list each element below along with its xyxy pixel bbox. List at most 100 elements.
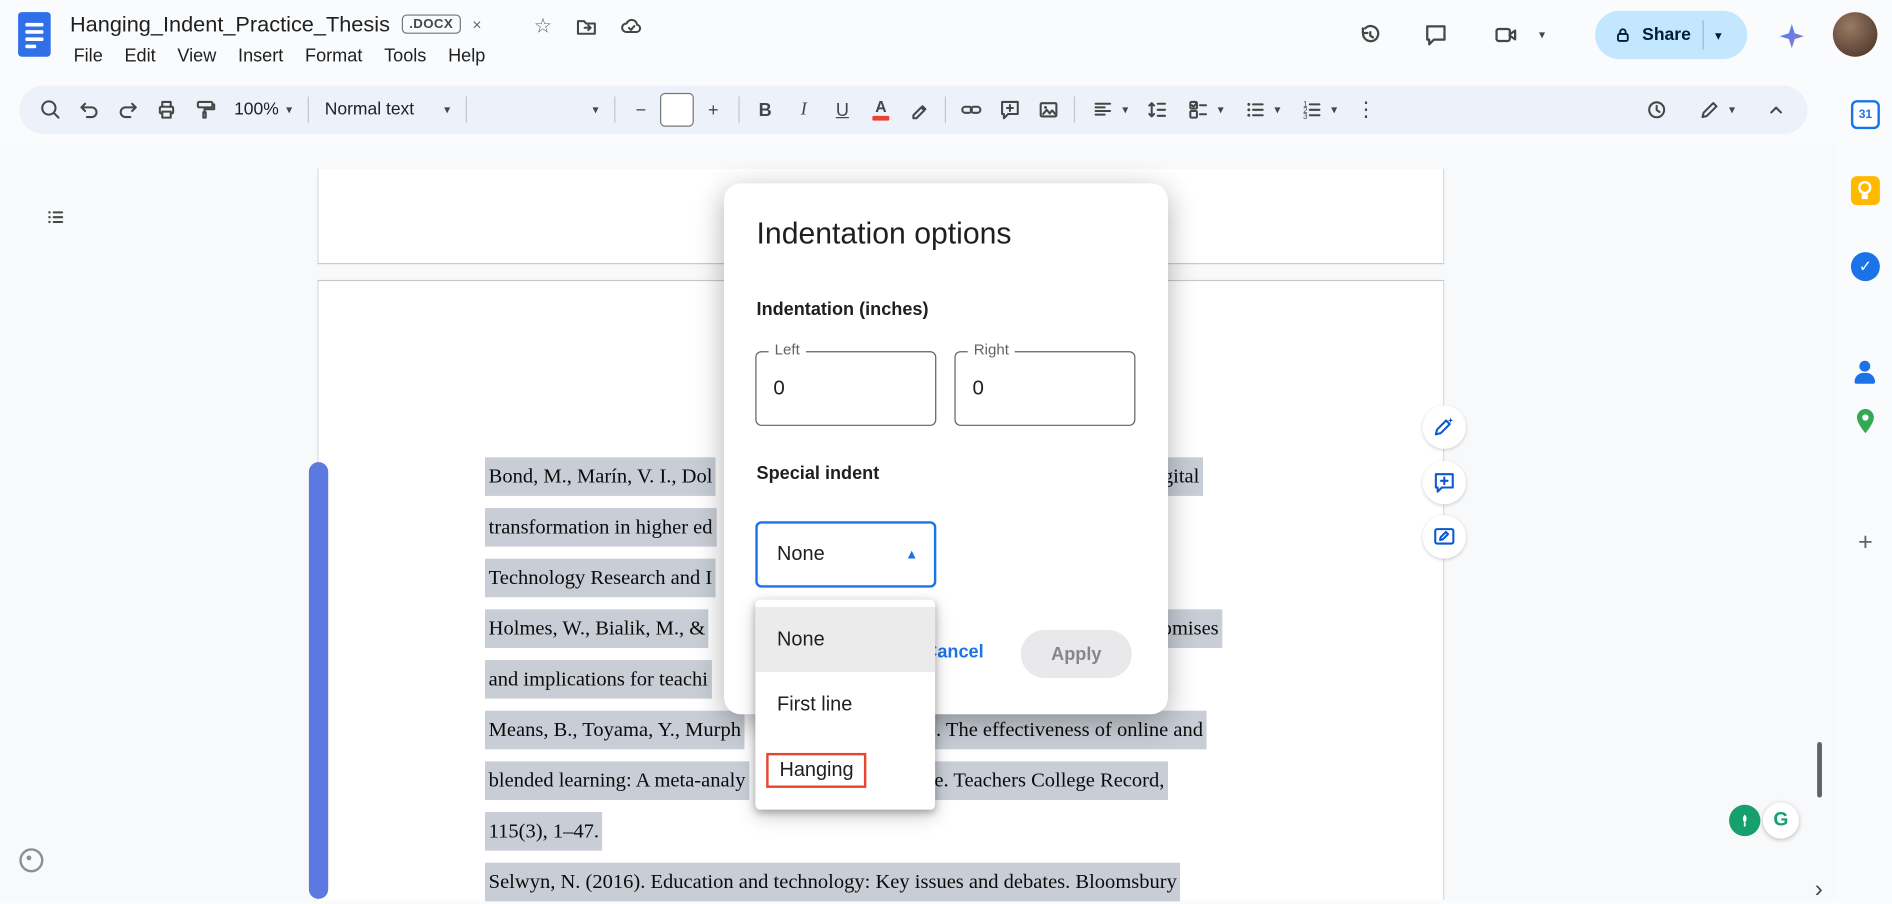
- toolbar-divider: [944, 96, 947, 124]
- move-folder-icon[interactable]: [574, 14, 598, 38]
- checklist-select[interactable]: ▾: [1177, 90, 1234, 129]
- cloud-status-icon[interactable]: [619, 14, 643, 38]
- toolbar-divider: [738, 96, 740, 124]
- tasks-icon[interactable]: ✓: [1850, 252, 1880, 282]
- line-spacing-icon[interactable]: [1138, 90, 1177, 129]
- docs-logo-icon[interactable]: [18, 12, 51, 57]
- gemini-icon[interactable]: [1777, 22, 1806, 51]
- add-comment-icon[interactable]: [991, 90, 1030, 129]
- insert-link-icon[interactable]: [952, 90, 991, 129]
- dropdown-value: None: [777, 542, 825, 565]
- decrease-font-size-icon[interactable]: −: [622, 90, 661, 129]
- chevron-down-icon: ▾: [1122, 103, 1129, 117]
- video-call-caret-icon[interactable]: ▾: [1539, 29, 1545, 42]
- apply-button[interactable]: Apply: [1020, 629, 1132, 679]
- menu-view[interactable]: View: [167, 42, 228, 70]
- font-family-select[interactable]: ▾: [473, 90, 608, 129]
- menu-bar: File Edit View Insert Format Tools Help: [63, 42, 496, 70]
- paragraph-style-select[interactable]: Normal text ▾: [315, 90, 460, 129]
- menu-format[interactable]: Format: [294, 42, 373, 70]
- chevron-down-icon: ▾: [1217, 103, 1224, 117]
- close-icon[interactable]: ×: [472, 15, 481, 33]
- insert-image-icon[interactable]: [1029, 90, 1068, 129]
- calendar-icon[interactable]: 31: [1850, 100, 1880, 130]
- maps-icon[interactable]: [1851, 407, 1880, 436]
- add-addon-icon[interactable]: +: [1851, 528, 1880, 557]
- menu-option-none[interactable]: None: [755, 606, 936, 673]
- doc-text-fragment: Technology Research and I: [485, 558, 716, 598]
- share-divider: [1702, 20, 1705, 50]
- align-select[interactable]: ▾: [1081, 90, 1138, 129]
- indent-left-label: Left: [768, 341, 806, 359]
- clock-icon[interactable]: [1637, 90, 1676, 129]
- toolbar-divider: [614, 96, 616, 124]
- contacts-icon[interactable]: [1851, 358, 1880, 387]
- font-size-input[interactable]: [660, 92, 694, 127]
- share-button[interactable]: Share ▾: [1595, 10, 1748, 60]
- hanging-option-annotation[interactable]: Hanging: [766, 752, 867, 788]
- menu-help[interactable]: Help: [437, 42, 496, 70]
- numbered-list-select[interactable]: 123 ▾: [1290, 90, 1347, 129]
- grammarly-icon[interactable]: G: [1762, 802, 1800, 839]
- bulleted-list-select[interactable]: ▾: [1233, 90, 1290, 129]
- editing-mode-select[interactable]: ▾: [1688, 90, 1745, 129]
- redo-icon[interactable]: [109, 90, 148, 129]
- add-comment-margin-icon[interactable]: [1422, 460, 1467, 505]
- indent-left-value[interactable]: 0: [757, 376, 784, 400]
- paint-format-icon[interactable]: [186, 90, 225, 129]
- video-call-icon[interactable]: [1493, 22, 1520, 49]
- dialog-title: Indentation options: [756, 217, 1012, 251]
- indent-left-field[interactable]: Left 0: [755, 341, 937, 426]
- selection-scroll-indicator[interactable]: [308, 462, 329, 899]
- doc-text-fragment: blended learning: A meta-analy: [485, 761, 750, 800]
- doc-text-fragment: Holmes, W., Bialik, M., &: [485, 609, 709, 648]
- collapse-toolbar-icon[interactable]: [1757, 90, 1796, 129]
- special-indent-menu: None First line Hanging: [755, 599, 936, 810]
- zoom-select[interactable]: 100% ▾: [224, 90, 301, 129]
- version-history-icon[interactable]: [1356, 22, 1383, 49]
- text-color-icon[interactable]: A: [862, 90, 901, 129]
- bold-icon[interactable]: B: [746, 90, 785, 129]
- document-title[interactable]: Hanging_Indent_Practice_Thesis: [70, 11, 390, 36]
- top-bar: Hanging_Indent_Practice_Thesis .DOCX × ☆…: [0, 0, 1892, 78]
- accessibility-icon[interactable]: [19, 848, 44, 873]
- special-indent-dropdown[interactable]: None ▲: [755, 521, 937, 588]
- toolbar-divider: [307, 96, 310, 124]
- more-options-icon[interactable]: ⋮: [1347, 90, 1386, 129]
- comments-icon[interactable]: [1423, 22, 1450, 49]
- vertical-scrollbar[interactable]: [1817, 742, 1822, 798]
- grammarly-tone-icon[interactable]: [1729, 804, 1761, 837]
- indent-right-value[interactable]: 0: [956, 376, 984, 400]
- highlight-color-icon[interactable]: [900, 90, 939, 129]
- undo-icon[interactable]: [70, 90, 109, 129]
- star-icon[interactable]: ☆: [531, 14, 555, 38]
- toolbar-divider: [1074, 96, 1076, 124]
- indent-right-field[interactable]: Right 0: [954, 341, 1136, 426]
- google-docs-app: Hanging_Indent_Practice_Thesis .DOCX × ☆…: [0, 0, 1892, 903]
- docx-badge: .DOCX: [402, 14, 461, 34]
- print-icon[interactable]: [147, 90, 186, 129]
- chevron-down-icon: ▾: [444, 103, 451, 117]
- increase-font-size-icon[interactable]: +: [694, 90, 733, 129]
- chevron-right-icon[interactable]: ›: [1815, 876, 1823, 904]
- menu-tools[interactable]: Tools: [373, 42, 437, 70]
- suggest-edits-icon[interactable]: [1422, 515, 1467, 559]
- account-avatar[interactable]: [1832, 12, 1878, 57]
- doc-text-fragment: 014). The effectiveness of online and: [894, 710, 1207, 750]
- doc-text-fragment: Bond, M., Marín, V. I., Dol: [485, 457, 717, 496]
- keep-icon[interactable]: [1850, 176, 1880, 206]
- menu-option-hanging[interactable]: Hanging: [755, 737, 935, 802]
- menu-option-first-line[interactable]: First line: [755, 672, 935, 737]
- doc-text-fragment: 115(3), 1–47.: [485, 812, 603, 851]
- share-caret-icon[interactable]: ▾: [1715, 27, 1722, 42]
- underline-icon[interactable]: U: [823, 90, 862, 129]
- chevron-down-icon: ▾: [1729, 103, 1736, 117]
- italic-icon[interactable]: I: [784, 90, 823, 129]
- menu-insert[interactable]: Insert: [227, 42, 294, 70]
- help-me-write-icon[interactable]: [1422, 405, 1467, 449]
- document-outline-icon[interactable]: [34, 195, 77, 238]
- menu-edit[interactable]: Edit: [114, 42, 167, 70]
- search-menus-icon[interactable]: [31, 90, 70, 129]
- lock-icon: [1612, 24, 1634, 46]
- menu-file[interactable]: File: [63, 42, 114, 70]
